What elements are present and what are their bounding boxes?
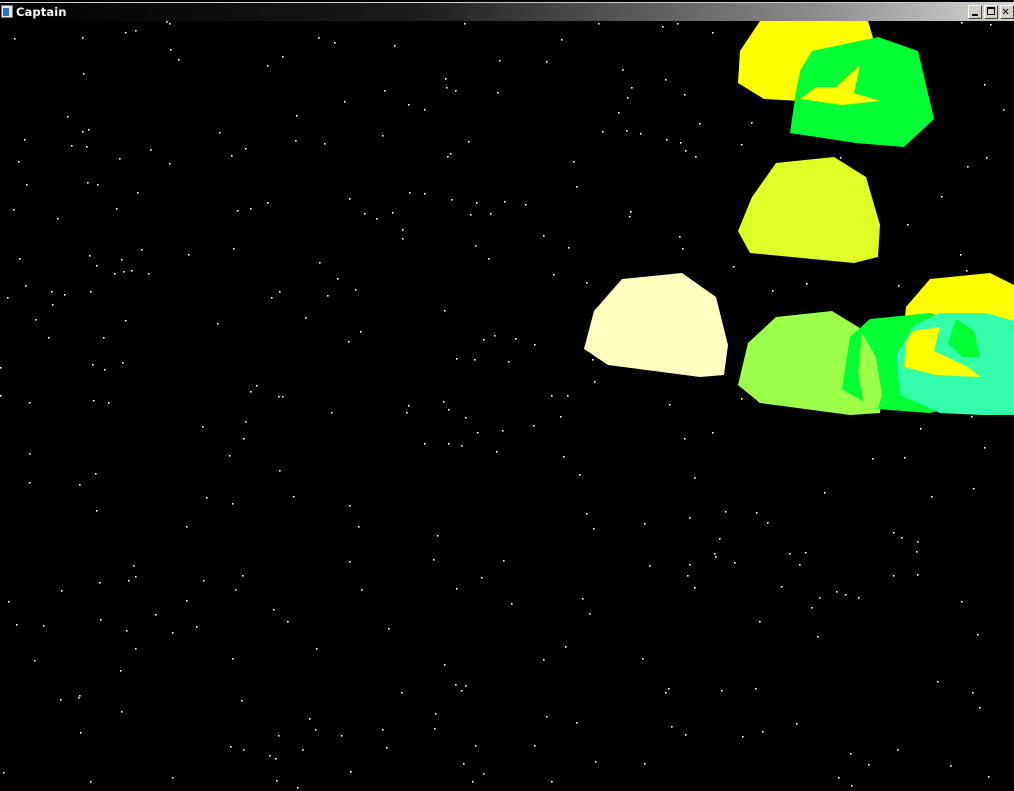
game-viewport[interactable] [0, 21, 1014, 791]
minimize-icon [972, 14, 978, 16]
minimize-button[interactable] [968, 5, 982, 19]
maximize-icon [987, 7, 995, 15]
title-bar[interactable]: Captain ✕ [0, 2, 1014, 21]
app-window: Captain ✕ [0, 0, 1014, 791]
cream-blob [584, 273, 728, 377]
window-title: Captain [16, 5, 67, 19]
close-icon: ✕ [1002, 4, 1010, 18]
close-button[interactable]: ✕ [1000, 4, 1014, 19]
chartreuse-blob [738, 157, 880, 263]
app-icon[interactable] [1, 5, 13, 18]
shape-layer [584, 21, 1014, 415]
maximize-button[interactable] [984, 5, 998, 19]
